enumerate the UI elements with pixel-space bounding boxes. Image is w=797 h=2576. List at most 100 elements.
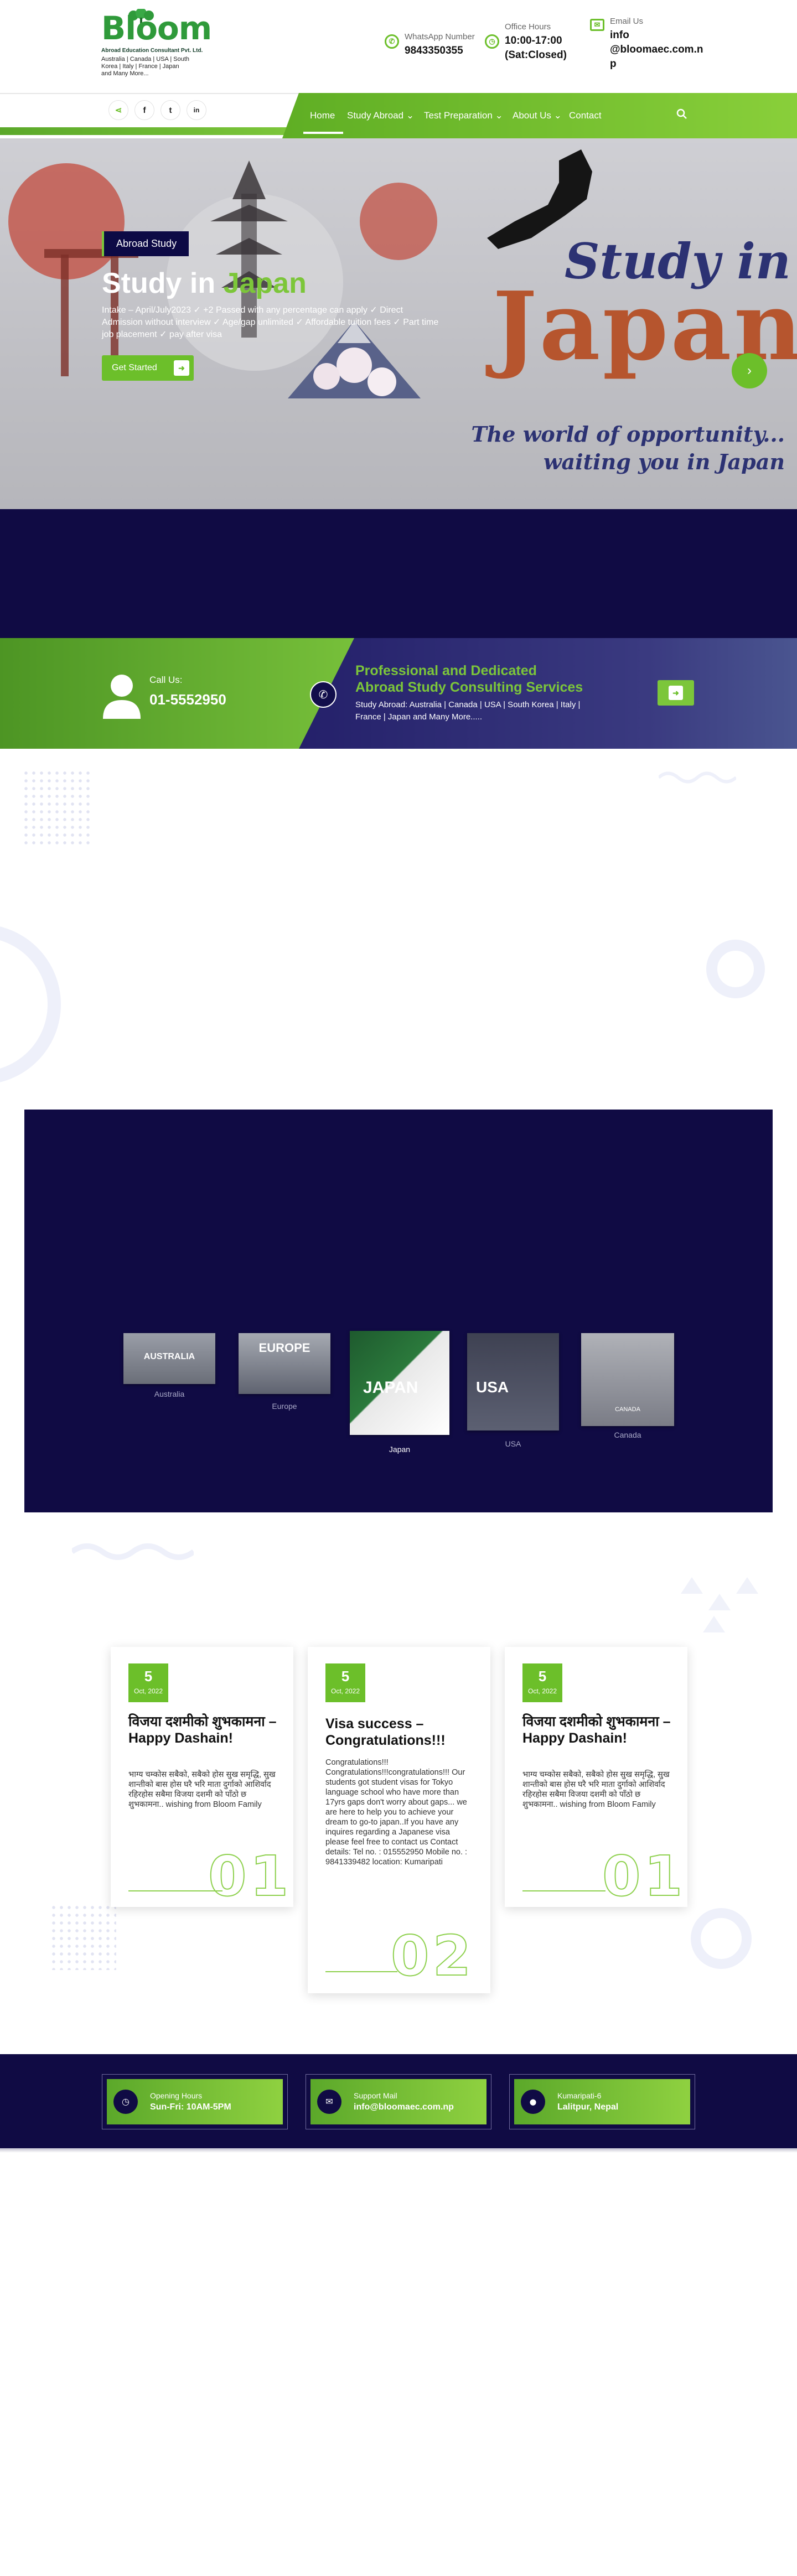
location-label: Kumaripati-6 <box>557 2091 602 2100</box>
blog-card[interactable]: 5 Oct, 2022 Visa success – Congratulatio… <box>308 1647 490 1993</box>
location-value: Lalitpur, Nepal <box>557 2102 619 2112</box>
blog-title[interactable]: विजया दशमीको शुभकामना – Happy Dashain! <box>128 1713 278 1746</box>
destination-card[interactable]: CANADA <box>581 1333 674 1426</box>
banner-tagline-line1: The world of opportunity... <box>471 422 785 447</box>
support-mail-value[interactable]: info@bloomaec.com.np <box>354 2102 454 2112</box>
site-header: Bloom Abroad Education Consultant Pvt. L… <box>0 0 797 93</box>
decorative-dots <box>22 769 94 847</box>
clock-icon: ◷ <box>485 34 499 49</box>
nav-contact[interactable]: Contact <box>569 110 602 121</box>
destination-label: Japan <box>389 1445 411 1454</box>
twitter-icon[interactable]: t <box>161 100 180 120</box>
decorative-triangles <box>681 1577 758 1632</box>
destination-card-text: EUROPE <box>258 1341 310 1355</box>
destination-japan[interactable]: JAPAN Japan <box>350 1331 449 1458</box>
decorative-ring <box>0 924 61 1085</box>
chevron-down-icon: ⌄ <box>495 110 503 121</box>
destination-card-text: AUSTRALIA <box>143 1352 195 1361</box>
decorative-dots <box>50 1904 116 1970</box>
date-badge: 5 Oct, 2022 <box>522 1663 562 1702</box>
office-hours-line2: (Sat:Closed) <box>505 49 567 61</box>
contact-band-shadow <box>0 2148 797 2153</box>
hero-tag: Abroad Study <box>102 231 189 256</box>
logo[interactable]: Bloom Abroad Education Consultant Pvt. L… <box>101 9 212 84</box>
consulting-heading-line1: Professional and Dedicated <box>355 663 537 678</box>
date-month: Oct, 2022 <box>527 1687 557 1695</box>
blog-title[interactable]: विजया दशमीको शुभकामना – Happy Dashain! <box>522 1713 672 1746</box>
nav-home[interactable]: Home <box>310 110 335 121</box>
blog-number: 01 <box>208 1843 292 1909</box>
hero-title: Study in Japan <box>102 267 307 300</box>
date-month: Oct, 2022 <box>330 1687 360 1695</box>
nav-test-preparation[interactable]: Test Preparation ⌄ <box>424 110 503 121</box>
blog-card[interactable]: 5 Oct, 2022 विजया दशमीको शुभकामना – Happ… <box>505 1647 687 1909</box>
date-day: 5 <box>341 1668 350 1684</box>
facebook-icon[interactable]: f <box>134 100 154 120</box>
decorative-ring <box>691 1908 752 1969</box>
blog-card[interactable]: 5 Oct, 2022 विजया दशमीको शुभकामना – Happ… <box>111 1647 293 1909</box>
arrow-right-icon: ➜ <box>669 686 683 700</box>
banner-tagline: The world of opportunity... waiting you … <box>471 421 785 476</box>
blog-underline <box>325 1971 397 1972</box>
whatsapp-info[interactable]: ✆ WhatsApp Number 9843350355 <box>385 22 475 58</box>
destinations-section: AUSTRALIA Australia EUROPE Europe JAPAN … <box>24 1110 773 1512</box>
support-mail-label: Support Mail <box>354 2091 397 2100</box>
whatsapp-icon: ✆ <box>385 34 399 49</box>
decorative-ring <box>706 940 765 998</box>
get-started-button[interactable]: Get Started ➜ <box>102 355 194 381</box>
logo-countries: Australia | Canada | USA | South Korea |… <box>101 56 189 77</box>
decorative-wave <box>72 1543 194 1560</box>
opening-hours-label: Opening Hours <box>150 2091 203 2100</box>
destination-canada[interactable]: CANADA Canada <box>581 1333 674 1442</box>
whatsapp-number[interactable]: 9843350355 <box>405 44 475 58</box>
blog-title[interactable]: Visa success – Congratulations!!! <box>325 1715 475 1749</box>
destination-card[interactable]: USA <box>467 1333 559 1430</box>
blog-underline <box>128 1890 222 1891</box>
destination-card[interactable]: JAPAN <box>350 1331 449 1435</box>
decorative-wave <box>659 771 736 784</box>
support-mail-box[interactable]: ✉ Support Mail info@bloomaec.com.np <box>306 2074 491 2129</box>
destination-usa[interactable]: USA USA <box>467 1333 559 1449</box>
search-icon[interactable] <box>676 108 687 120</box>
destination-card[interactable]: AUSTRALIA <box>123 1333 215 1384</box>
linkedin-icon[interactable]: in <box>187 100 206 120</box>
date-badge: 5 Oct, 2022 <box>325 1663 365 1702</box>
location-icon: ⬤ <box>521 2090 545 2114</box>
chevron-down-icon: ⌄ <box>406 110 415 121</box>
email-line2[interactable]: @bloomaec.com.n <box>610 43 703 57</box>
destination-europe[interactable]: EUROPE Europe <box>239 1333 330 1413</box>
date-day: 5 <box>144 1668 153 1684</box>
slider-next-button[interactable]: › <box>732 353 767 388</box>
clock-icon: ◷ <box>113 2090 138 2114</box>
email-line1[interactable]: info <box>610 28 703 43</box>
mail-icon: ✉ <box>590 19 604 31</box>
destination-card-text: CANADA <box>615 1406 640 1413</box>
blog-underline <box>522 1890 605 1891</box>
consulting-cta-button[interactable]: ➜ <box>658 680 694 706</box>
destination-card-text: USA <box>476 1378 509 1396</box>
office-hours-info: ◷ Office Hours 10:00-17:00 (Sat:Closed) <box>485 22 567 63</box>
call-strip: Call Us: 01-5552950 ✆ Professional and D… <box>0 638 797 749</box>
destination-label: USA <box>505 1439 521 1448</box>
call-us-label: Call Us: <box>149 675 183 685</box>
share-icon[interactable]: ⋖ <box>108 100 128 120</box>
chevron-down-icon: ⌄ <box>553 110 562 121</box>
email-info[interactable]: ✉ Email Us info @bloomaec.com.n p <box>590 17 703 71</box>
phone-icon: ✆ <box>310 681 337 708</box>
email-label: Email Us <box>610 17 644 26</box>
banner-tagline-line2: waiting you in Japan <box>543 449 785 474</box>
consulting-heading: Professional and Dedicated Abroad Study … <box>355 662 583 696</box>
blog-excerpt: Congratulations!!! Congratulations!!!con… <box>325 1758 468 1867</box>
destination-australia[interactable]: AUSTRALIA Australia <box>123 1333 215 1400</box>
hero-slider: Study in Japan The world of opportunity.… <box>0 138 797 509</box>
consulting-countries: Study Abroad: Australia | Canada | USA |… <box>355 700 581 722</box>
nav-about-us[interactable]: About Us ⌄ <box>513 110 562 121</box>
mail-icon: ✉ <box>317 2090 341 2114</box>
date-month: Oct, 2022 <box>133 1687 163 1695</box>
email-line3[interactable]: p <box>610 57 703 71</box>
call-us-number[interactable]: 01-5552950 <box>149 691 226 708</box>
date-day: 5 <box>538 1668 547 1684</box>
destination-card[interactable]: EUROPE <box>239 1333 330 1394</box>
destination-label: Australia <box>154 1390 185 1398</box>
nav-study-abroad[interactable]: Study Abroad ⌄ <box>347 110 414 121</box>
